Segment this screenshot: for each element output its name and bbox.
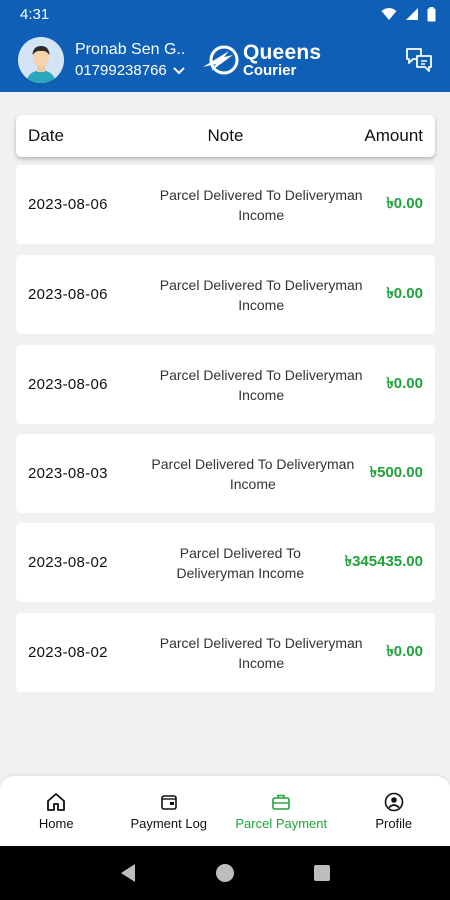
logo-subtitle: Courier: [243, 62, 297, 79]
chat-icon: [406, 48, 432, 72]
user-phone: 01799238766: [75, 62, 167, 79]
row-date: 2023-08-06: [28, 286, 108, 303]
logo-text: Queens Courier: [243, 42, 321, 78]
row-note: Parcel Delivered To Deliveryman Income: [176, 544, 305, 581]
row-date: 2023-08-06: [28, 376, 108, 393]
row-note: Parcel Delivered To Deliveryman Income: [151, 455, 355, 492]
profile-icon: [384, 792, 404, 811]
row-date: 2023-08-06: [28, 196, 108, 213]
table-header: Date Note Amount: [16, 115, 435, 157]
nav-item-label: Home: [38, 815, 74, 831]
bottom-navigation: Home Payment Log Parcel Payment Profile: [0, 776, 450, 846]
chat-button[interactable]: [402, 43, 436, 77]
row-amount: ৳0.00: [386, 375, 423, 392]
table-row[interactable]: 2023-08-02 Parcel Delivered To Deliverym…: [16, 523, 435, 602]
row-note: Parcel Delivered To Deliveryman Income: [159, 366, 363, 403]
recents-icon[interactable]: [313, 864, 331, 882]
row-amount: ৳0.00: [386, 643, 423, 660]
table-row[interactable]: 2023-08-03 Parcel Delivered To Deliverym…: [16, 434, 435, 513]
logo-mark-icon: [203, 45, 239, 75]
wallet-icon: [160, 794, 177, 810]
row-amount: ৳0.00: [386, 285, 423, 302]
row-amount: ৳0.00: [386, 195, 423, 212]
briefcase-icon: [272, 794, 291, 810]
chevron-down-icon[interactable]: [173, 66, 185, 75]
nav-item-profile[interactable]: Profile: [338, 776, 450, 846]
row-note: Parcel Delivered To Deliveryman Income: [159, 276, 363, 313]
avatar[interactable]: [18, 37, 64, 83]
row-note: Parcel Delivered To Deliveryman Income: [159, 186, 363, 223]
avatar-person-icon: [18, 37, 64, 83]
row-amount: ৳345435.00: [344, 553, 423, 570]
status-bar: 4:31: [0, 0, 450, 28]
nav-item-parcel-payment[interactable]: Parcel Payment: [225, 776, 338, 846]
app-header: Pronab Sen G.. 01799238766 Queens Courie…: [0, 28, 450, 92]
row-amount: ৳500.00: [369, 464, 423, 481]
table-row[interactable]: 2023-08-02 Parcel Delivered To Deliverym…: [16, 613, 435, 692]
wifi-icon: [381, 8, 397, 20]
table-row[interactable]: 2023-08-06 Parcel Delivered To Deliverym…: [16, 345, 435, 424]
system-navigation-bar: [0, 846, 450, 900]
nav-item-label: Payment Log: [130, 815, 208, 831]
status-time: 4:31: [20, 5, 50, 23]
battery-icon: [427, 6, 436, 21]
home-circle-icon[interactable]: [215, 863, 235, 883]
column-header-date: Date: [28, 126, 64, 145]
row-note: Parcel Delivered To Deliveryman Income: [159, 634, 363, 671]
user-phone-row: 01799238766: [75, 62, 197, 79]
nav-item-payment-log[interactable]: Payment Log: [113, 776, 226, 846]
row-date: 2023-08-02: [28, 644, 108, 661]
table-row[interactable]: 2023-08-06 Parcel Delivered To Deliverym…: [16, 255, 435, 334]
column-header-amount: Amount: [364, 126, 423, 145]
row-date: 2023-08-02: [28, 554, 108, 571]
signal-icon: [406, 8, 418, 20]
nav-item-label: Profile: [375, 815, 413, 831]
payment-list-area: Date Note Amount 2023-08-06 Parcel Deliv…: [0, 92, 450, 776]
logo-title: Queens: [243, 41, 322, 64]
status-icons: [381, 6, 436, 22]
queens-courier-logo: Queens Courier: [203, 42, 321, 78]
nav-item-home[interactable]: Home: [0, 776, 113, 846]
row-date: 2023-08-03: [28, 465, 108, 482]
table-row[interactable]: 2023-08-06 Parcel Delivered To Deliverym…: [16, 165, 435, 244]
home-icon: [47, 792, 66, 811]
user-name: Pronab Sen G..: [75, 41, 186, 58]
back-icon[interactable]: [119, 863, 137, 883]
nav-item-label: Parcel Payment: [235, 815, 328, 831]
user-account-switcher[interactable]: Pronab Sen G.. 01799238766: [75, 41, 197, 79]
